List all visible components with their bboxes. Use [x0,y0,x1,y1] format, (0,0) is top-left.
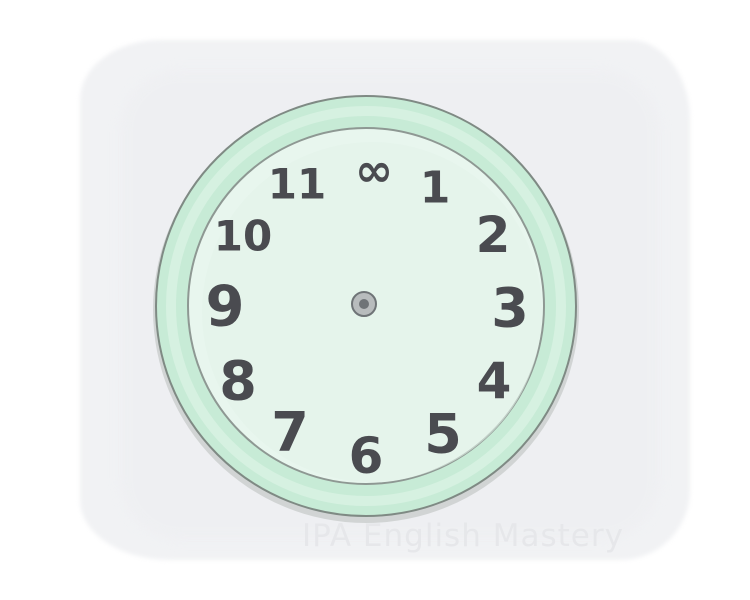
clock-illustration: ∞ 1 2 3 4 5 6 7 8 9 10 11 [153,95,579,523]
numeral-eight: 8 [219,350,257,413]
numeral-one: 1 [420,163,451,214]
numeral-four: 4 [477,352,512,410]
numeral-seven: 7 [271,401,309,464]
numeral-three: 3 [491,277,529,340]
numeral-nine: 9 [206,275,245,340]
numeral-five: 5 [424,403,462,466]
numeral-six: 6 [349,427,384,485]
clock-center-pin-core [359,299,369,309]
numeral-ten: 10 [214,212,272,261]
illustration-scene: ∞ 1 2 3 4 5 6 7 8 9 10 11 IPA English Ma… [0,0,750,600]
numeral-two: 2 [476,206,511,264]
watermark-text: IPA English Mastery [302,518,624,554]
numeral-twelve: ∞ [355,143,393,197]
numeral-eleven: 11 [268,160,326,209]
